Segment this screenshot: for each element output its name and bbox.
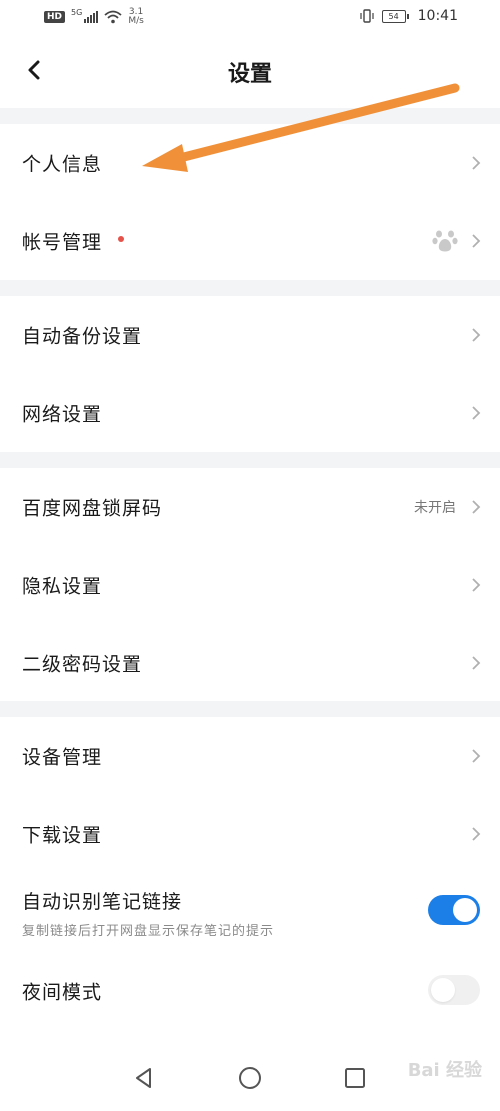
- row-label: 个人信息: [22, 153, 103, 176]
- night-mode-toggle[interactable]: [428, 975, 480, 1005]
- row-description: 复制链接后打开网盘显示保存笔记的提示: [22, 924, 275, 939]
- section-divider: [0, 701, 500, 717]
- title-bar: 设置: [0, 40, 500, 104]
- network-speed: 3.1 M/s: [128, 8, 144, 26]
- hd-badge: HD: [44, 11, 66, 23]
- row-download-settings[interactable]: 下载设置: [0, 795, 500, 873]
- section-divider: [0, 108, 500, 124]
- row-account-management[interactable]: 帐号管理: [0, 202, 500, 280]
- nav-recents-icon[interactable]: [341, 1064, 369, 1092]
- chevron-right-icon: [472, 500, 481, 514]
- wifi-icon: [104, 10, 122, 24]
- note-link-toggle[interactable]: [428, 895, 480, 925]
- chevron-right-icon: [472, 406, 481, 420]
- row-note-link-detection: 自动识别笔记链接 复制链接后打开网盘显示保存笔记的提示: [0, 873, 500, 955]
- row-label: 夜间模式: [22, 981, 103, 1004]
- nav-home-icon[interactable]: [236, 1064, 264, 1092]
- section-divider: [0, 452, 500, 468]
- toggle-knob: [431, 978, 455, 1002]
- baidu-paw-icon: [432, 230, 458, 252]
- row-network-settings[interactable]: 网络设置: [0, 374, 500, 452]
- chevron-right-icon: [472, 827, 481, 841]
- row-label: 百度网盘锁屏码: [22, 497, 163, 520]
- page-title: 设置: [227, 62, 272, 87]
- row-night-mode: 夜间模式: [0, 955, 500, 1033]
- row-privacy-settings[interactable]: 隐私设置: [0, 546, 500, 624]
- nav-back-icon[interactable]: [130, 1064, 158, 1092]
- notification-dot: [118, 236, 124, 242]
- lock-status-value: 未开启: [414, 500, 456, 516]
- row-personal-info[interactable]: 个人信息: [0, 124, 500, 202]
- row-label: 帐号管理: [22, 231, 103, 254]
- vibrate-icon: [360, 9, 374, 23]
- section-divider: [0, 280, 500, 296]
- chevron-right-icon: [472, 234, 481, 248]
- chevron-right-icon: [472, 656, 481, 670]
- signal-icon: [84, 11, 99, 23]
- chevron-right-icon: [472, 156, 481, 170]
- row-auto-backup[interactable]: 自动备份设置: [0, 296, 500, 374]
- row-label: 自动备份设置: [22, 325, 143, 348]
- chevron-right-icon: [472, 749, 481, 763]
- chevron-right-icon: [472, 328, 481, 342]
- row-second-password[interactable]: 二级密码设置: [0, 624, 500, 702]
- row-lock-screen-code[interactable]: 百度网盘锁屏码 未开启: [0, 468, 500, 546]
- row-device-management[interactable]: 设备管理: [0, 717, 500, 795]
- row-label: 设备管理: [22, 746, 103, 769]
- network-type: 5G: [71, 8, 83, 17]
- row-label: 隐私设置: [22, 575, 103, 598]
- row-label: 网络设置: [22, 403, 103, 426]
- watermark: Bai 经验: [407, 1060, 482, 1081]
- battery-icon: 54: [381, 9, 409, 23]
- row-label: 二级密码设置: [22, 653, 143, 676]
- clock: 10:41: [417, 8, 458, 24]
- row-label: 下载设置: [22, 824, 103, 847]
- row-label: 自动识别笔记链接: [22, 891, 183, 913]
- status-left: HD 5G 3.1 M/s: [44, 8, 144, 26]
- status-bar: HD 5G 3.1 M/s 54 10:41: [0, 0, 500, 36]
- toggle-knob: [453, 898, 477, 922]
- chevron-right-icon: [472, 578, 481, 592]
- status-right: 54 10:41: [360, 8, 458, 24]
- speed-unit: M/s: [128, 16, 144, 26]
